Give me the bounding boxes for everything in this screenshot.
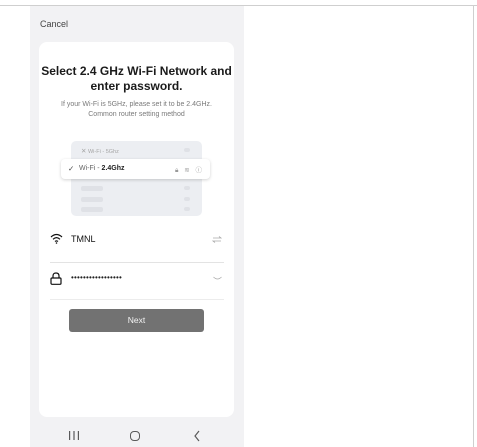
placeholder-dot: [184, 207, 190, 211]
placeholder-dot: [184, 148, 190, 152]
placeholder-dot: [184, 197, 190, 201]
page-title: Select 2.4 GHz Wi-Fi Network and enter p…: [41, 64, 232, 93]
divider: [50, 262, 224, 263]
cancel-button[interactable]: Cancel: [40, 19, 68, 29]
next-button[interactable]: Next: [69, 309, 204, 332]
switch-network-icon[interactable]: [212, 236, 222, 243]
instruction-text: If your Wi-Fi is 5GHz, please set it to …: [61, 101, 212, 118]
wifi-ssid: TMNL: [71, 234, 96, 244]
cross-icon: ✕: [81, 148, 87, 155]
illustration-24g-prefix: Wi-Fi -: [79, 165, 102, 172]
wifi-icon: [50, 233, 63, 244]
recent-apps-icon[interactable]: [68, 431, 80, 440]
phone-screen: Cancel Select 2.4 GHz Wi-Fi Network and …: [30, 6, 244, 447]
illustration-5g-band: 5Ghz: [105, 149, 119, 155]
lock-icon: [50, 272, 62, 285]
wifi-setup-card: Select 2.4 GHz Wi-Fi Network and enter p…: [39, 42, 234, 417]
illustration-row-5g: ✕ Wi-Fi - 5Ghz: [81, 147, 119, 155]
placeholder-dot: [184, 186, 190, 190]
illustration-24g-band: 2.4Ghz: [101, 165, 125, 172]
router-illustration: ✕ Wi-Fi - 5Ghz ✓ Wi-Fi - 2.4Ghz 🔒︎ ≋ ⓘ: [61, 141, 210, 216]
placeholder-bar: [81, 186, 103, 191]
home-icon[interactable]: [130, 431, 140, 441]
frame-right-border: [473, 5, 474, 447]
placeholder-bar: [81, 207, 103, 212]
divider: [50, 299, 224, 300]
screenshot-frame: Cancel Select 2.4 GHz Wi-Fi Network and …: [0, 0, 477, 447]
system-navigation-bar: [30, 426, 244, 447]
illustration-row-24g: ✓ Wi-Fi - 2.4Ghz 🔒︎ ≋ ⓘ: [61, 159, 210, 179]
network-status-icons: 🔒︎ ≋ ⓘ: [174, 167, 204, 174]
illustration-24g-label: Wi-Fi - 2.4Ghz: [79, 165, 125, 172]
illustration-5g-prefix: Wi-Fi -: [87, 149, 106, 155]
password-field[interactable]: •••••••••••••••••: [50, 265, 224, 299]
wifi-network-field[interactable]: TMNL: [50, 225, 224, 259]
back-icon[interactable]: [193, 430, 201, 442]
password-value: •••••••••••••••••: [71, 273, 123, 282]
check-icon: ✓: [68, 164, 75, 173]
eye-closed-icon[interactable]: [213, 276, 222, 281]
placeholder-bar: [81, 197, 103, 202]
